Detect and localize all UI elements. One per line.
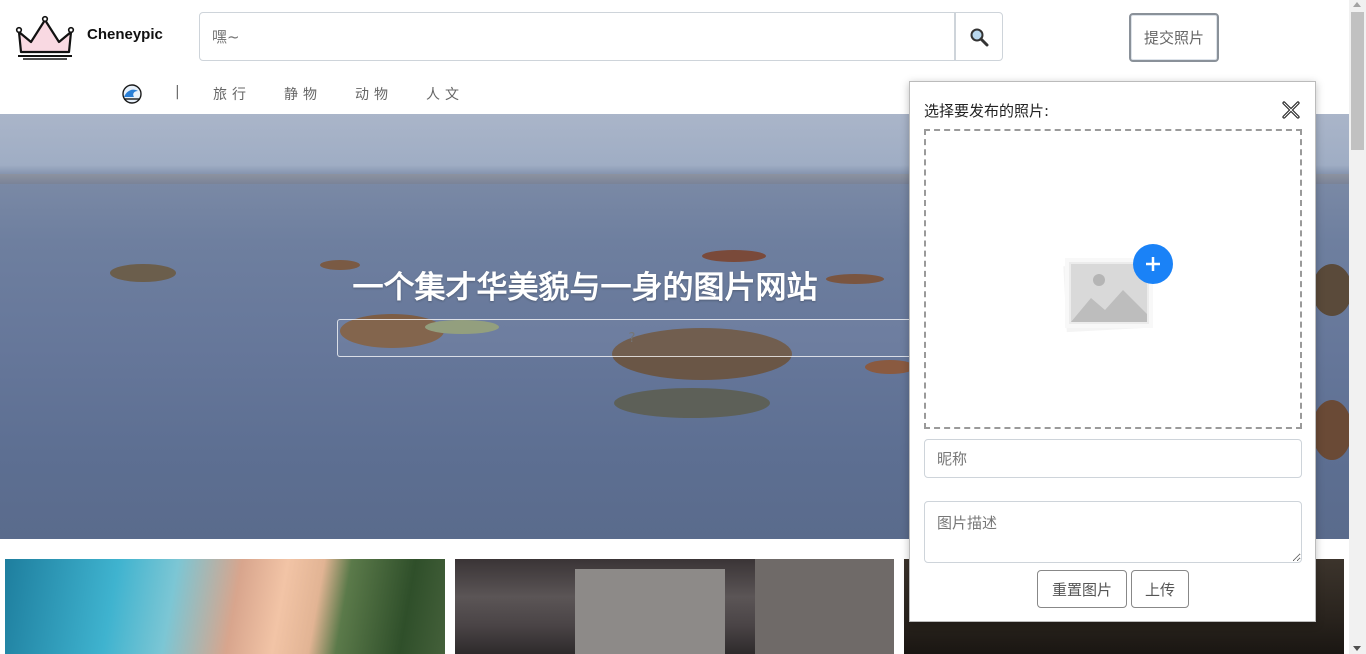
hero-rock (865, 360, 915, 374)
magnifier-icon (970, 28, 989, 46)
hero-rock (1312, 264, 1349, 316)
wave-icon[interactable] (122, 84, 142, 104)
hero-rock (1312, 400, 1349, 460)
building-facade (575, 569, 725, 654)
photo-dropzone[interactable] (924, 129, 1302, 429)
upload-button[interactable]: 上传 (1131, 570, 1189, 608)
building-wall (755, 559, 894, 654)
crown-logo-icon[interactable] (15, 14, 75, 60)
add-image-icon (1063, 244, 1173, 333)
scrollbar-thumb[interactable] (1351, 12, 1364, 150)
reset-image-button[interactable]: 重置图片 (1037, 570, 1127, 608)
dialog-title: 选择要发布的照片: (924, 102, 1050, 120)
upload-photo-dialog: 选择要发布的照片: 重置图片 上传 (909, 81, 1316, 622)
search-button[interactable] (955, 12, 1003, 61)
hero-rock (614, 388, 770, 418)
nav-item-travel[interactable]: 旅行 (213, 84, 251, 104)
hero-search-input[interactable] (337, 319, 927, 357)
nav-item-still-life[interactable]: 静物 (284, 84, 322, 104)
scroll-up-arrow-icon[interactable] (1353, 2, 1361, 7)
hero-rock (702, 250, 766, 262)
page-scrollbar[interactable] (1349, 0, 1366, 654)
gallery-photo-building[interactable] (455, 559, 894, 654)
nickname-field[interactable] (924, 439, 1302, 478)
search-input[interactable] (199, 12, 955, 61)
description-field[interactable] (924, 501, 1302, 563)
brand-name[interactable]: Cheneypic (87, 26, 163, 43)
close-icon[interactable] (1280, 99, 1302, 121)
scroll-down-arrow-icon[interactable] (1353, 646, 1361, 651)
submit-photo-button[interactable]: 提交照片 (1129, 13, 1219, 62)
header: Cheneypic 提交照片 (0, 0, 1349, 74)
gallery-photo-coast[interactable] (5, 559, 445, 654)
nav-item-animals[interactable]: 动物 (355, 84, 393, 104)
nav-separator: | (175, 84, 180, 100)
nav-item-culture[interactable]: 人文 (426, 84, 464, 104)
